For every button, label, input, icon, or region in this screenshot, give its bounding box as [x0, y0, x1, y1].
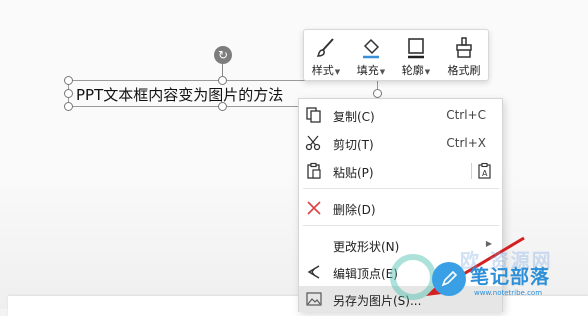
menu-item-paste[interactable]: 粘贴(P) A — [299, 158, 502, 184]
menu-item-delete[interactable]: 删除(D) — [299, 195, 502, 221]
brush-icon — [316, 38, 334, 57]
menu-item-copy[interactable]: 复制(C) Ctrl+C — [299, 102, 502, 128]
fill-button[interactable]: 填充▼ — [352, 34, 390, 78]
dropdown-caret-icon: ▼ — [379, 68, 386, 76]
rotate-stem — [222, 64, 223, 76]
menu-item-label: 粘贴(P) — [333, 166, 374, 180]
resize-handle-top-center[interactable] — [218, 76, 227, 85]
watermark-ring-icon — [390, 254, 436, 300]
resize-handle-middle-right[interactable] — [373, 89, 382, 98]
rotate-handle-icon[interactable]: ↻ — [214, 46, 232, 64]
paste-text-only-icon[interactable]: A — [477, 162, 493, 180]
resize-handle-top-left[interactable] — [64, 76, 73, 85]
menu-item-label: 复制(C) — [333, 110, 375, 124]
shortcut-text: Ctrl+X — [446, 136, 486, 150]
paste-icon — [307, 162, 321, 179]
svg-text:A: A — [482, 169, 488, 178]
dropdown-caret-icon: ▼ — [424, 68, 431, 76]
edit-points-icon — [307, 265, 320, 279]
paste-divider — [471, 163, 472, 179]
resize-handle-middle-left[interactable] — [64, 89, 73, 98]
style-button[interactable]: 样式▼ — [307, 34, 345, 78]
menu-item-cut[interactable]: 剪切(T) Ctrl+X — [299, 130, 502, 156]
outline-label: 轮廓 — [401, 64, 424, 77]
save-as-picture-icon — [306, 292, 322, 306]
watermark-title: 笔记部落 — [470, 266, 551, 288]
resize-handle-bottom-center[interactable] — [218, 102, 227, 111]
outline-button[interactable]: 轮廓▼ — [397, 34, 435, 78]
menu-item-label: 删除(D) — [333, 203, 376, 217]
resize-handle-bottom-left[interactable] — [64, 102, 73, 111]
menu-item-label: 剪切(T) — [333, 138, 374, 152]
menu-separator — [303, 188, 499, 189]
fill-bucket-icon — [363, 38, 380, 59]
pen-logo-icon — [432, 262, 466, 296]
style-label: 样式 — [311, 64, 334, 77]
watermark: 欧 资源网 笔记部落 www.notetribe.com — [390, 240, 588, 309]
menu-separator — [303, 225, 499, 226]
scissors-icon — [305, 135, 321, 151]
dropdown-caret-icon: ▼ — [334, 68, 341, 76]
delete-x-icon — [307, 201, 321, 215]
menu-item-label: 编辑顶点(E) — [333, 267, 398, 281]
format-painter-button[interactable]: 格式刷 — [442, 34, 486, 78]
watermark-url: www.notetribe.com — [474, 289, 543, 297]
outline-icon — [408, 38, 424, 59]
shortcut-text: Ctrl+C — [446, 108, 486, 122]
floating-format-toolbar: 样式▼ 填充▼ 轮廓▼ 格式刷 — [303, 29, 489, 81]
copy-icon — [306, 107, 321, 123]
text-box-content[interactable]: PPT文本框内容变为图片的方法 — [76, 84, 283, 105]
format-painter-label: 格式刷 — [447, 64, 481, 77]
fill-label: 填充 — [356, 64, 379, 77]
format-painter-icon — [456, 37, 472, 58]
